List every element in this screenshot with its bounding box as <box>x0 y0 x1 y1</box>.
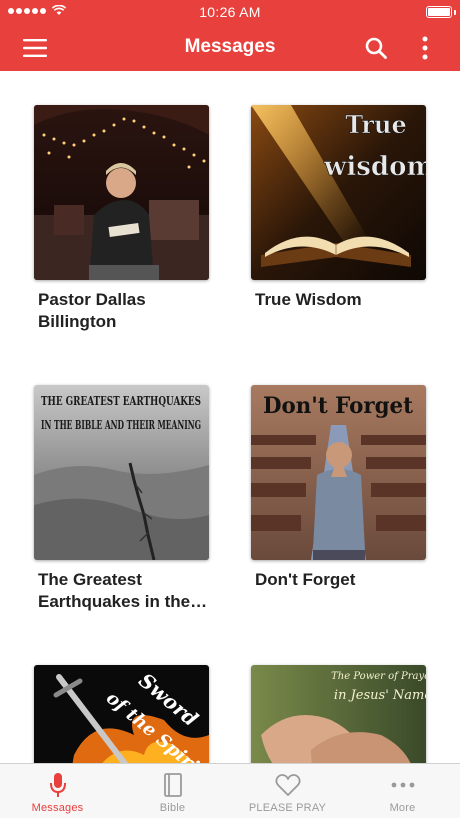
praying-hands-image: The Power of Prayer in Jesus' Name <box>251 665 426 763</box>
tab-label: More <box>389 802 416 814</box>
message-thumbnail[interactable]: True wisdom <box>251 105 426 280</box>
tab-bar: Messages Bible PLEASE PRAY More <box>0 763 460 818</box>
tab-bible[interactable]: Bible <box>115 764 230 818</box>
message-thumbnail[interactable]: THE GREATEST EARTHQUAKES IN THE BIBLE AN… <box>34 385 209 560</box>
image-text-dont-forget: Don't Forget <box>263 393 414 419</box>
message-card[interactable]: Pastor Dallas Billington <box>34 105 210 333</box>
status-time: 10:26 AM <box>199 4 261 20</box>
pastor-portrait-image <box>34 105 209 280</box>
message-card[interactable]: Sword of the Spirit <box>34 665 210 763</box>
earthquake-fault-image: THE GREATEST EARTHQUAKES IN THE BIBLE AN… <box>34 385 209 560</box>
message-title[interactable]: Don't Forget <box>251 569 427 591</box>
message-thumbnail[interactable] <box>34 105 209 280</box>
message-title[interactable]: Pastor Dallas Billington <box>34 289 210 333</box>
message-thumbnail[interactable]: Don't Forget <box>251 385 426 560</box>
praying-man-image: Don't Forget <box>251 385 426 560</box>
tab-more[interactable]: More <box>345 764 460 818</box>
image-text-line2: IN THE BIBLE AND THEIR MEANING <box>41 418 201 432</box>
message-card[interactable]: The Power of Prayer in Jesus' Name <box>251 665 427 763</box>
nav-bar: Messages <box>0 24 460 71</box>
microphone-icon <box>49 773 66 797</box>
tab-label: Messages <box>31 802 84 814</box>
tab-messages[interactable]: Messages <box>0 764 115 818</box>
message-thumbnail[interactable]: The Power of Prayer in Jesus' Name <box>251 665 426 763</box>
tab-please-pray[interactable]: PLEASE PRAY <box>230 764 345 818</box>
open-bible-image: True wisdom <box>251 105 426 280</box>
flaming-sword-image: Sword of the Spirit <box>34 665 209 763</box>
tab-label: Bible <box>159 802 186 814</box>
messages-grid: Pastor Dallas Billington True wisdom Tru… <box>0 71 460 763</box>
message-title[interactable]: The Greatest Earthquakes in the Bible an… <box>34 569 210 613</box>
message-title[interactable]: True Wisdom <box>251 289 427 311</box>
ellipsis-icon <box>391 782 414 788</box>
tab-label: PLEASE PRAY <box>248 802 327 814</box>
image-text-true: True <box>345 110 406 139</box>
message-card[interactable]: THE GREATEST EARTHQUAKES IN THE BIBLE AN… <box>34 385 210 613</box>
search-button[interactable] <box>358 30 394 66</box>
message-thumbnail[interactable]: Sword of the Spirit <box>34 665 209 763</box>
status-bar: 10:26 AM <box>0 0 460 24</box>
heart-icon <box>274 774 301 796</box>
battery-icon <box>426 6 452 18</box>
message-card[interactable]: True wisdom True Wisdom <box>251 105 427 311</box>
image-text-wisdom: wisdom <box>323 152 426 182</box>
battery-cap <box>454 10 456 15</box>
image-text-power-of-prayer: The Power of Prayer <box>331 671 426 682</box>
image-text-jesus-name: in Jesus' Name <box>334 688 426 703</box>
message-card[interactable]: Don't Forget Don't Forget <box>251 385 427 591</box>
search-icon <box>365 37 387 59</box>
vertical-ellipsis-icon <box>422 36 428 60</box>
image-text-line1: THE GREATEST EARTHQUAKES <box>41 394 201 408</box>
book-icon <box>163 773 182 797</box>
overflow-menu-button[interactable] <box>407 30 443 66</box>
